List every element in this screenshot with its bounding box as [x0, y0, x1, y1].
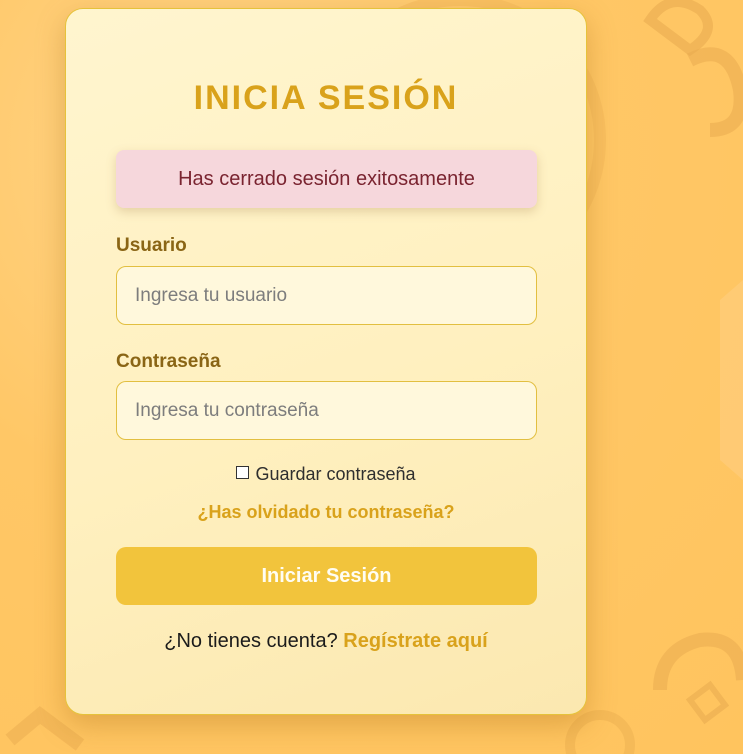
remember-password-checkbox[interactable]: [236, 466, 250, 479]
password-input[interactable]: [116, 381, 537, 440]
password-label: Contraseña: [116, 351, 221, 372]
register-link[interactable]: Regístrate aquí: [343, 630, 487, 652]
username-input[interactable]: [116, 266, 537, 325]
username-label: Usuario: [116, 235, 187, 256]
alert-message: Has cerrado sesión exitosamente: [178, 167, 475, 190]
login-title: INICIA SESIÓN: [193, 79, 459, 117]
login-card: INICIA SESIÓN Has cerrado sesión exitosa…: [65, 8, 587, 715]
forgot-password-link[interactable]: ¿Has olvidado tu contraseña?: [66, 502, 586, 523]
register-prompt: ¿No tienes cuenta?: [164, 630, 338, 652]
register-row: ¿No tienes cuenta? Regístrate aquí: [66, 630, 586, 653]
logout-success-alert: Has cerrado sesión exitosamente: [116, 150, 537, 208]
remember-password-label[interactable]: Guardar contraseña: [255, 464, 415, 485]
remember-password-row[interactable]: Guardar contraseña: [66, 464, 586, 485]
login-submit-button[interactable]: Iniciar Sesión: [116, 547, 537, 605]
